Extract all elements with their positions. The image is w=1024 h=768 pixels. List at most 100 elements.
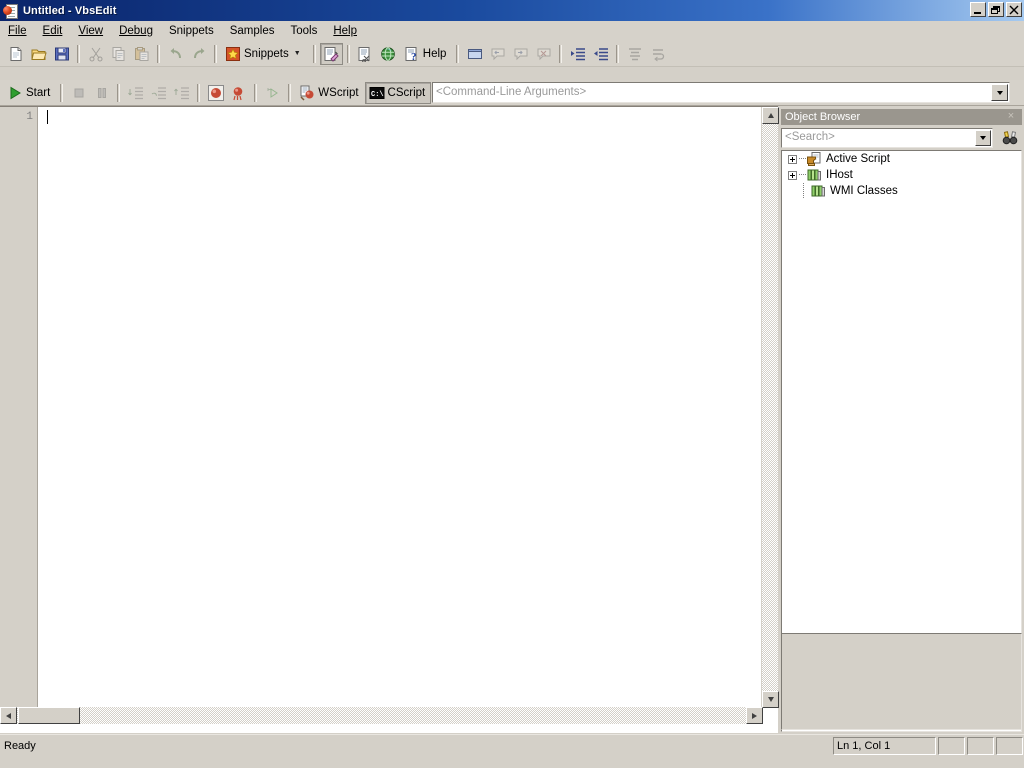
wscript-button[interactable]: WScript [295,82,364,104]
restore-button[interactable] [988,2,1004,17]
copy-button[interactable] [107,43,130,65]
cscript-icon: C:\ [369,85,385,101]
status-panel-3 [996,737,1023,755]
menubar: File Edit View Debug Snippets Samples To… [0,21,1024,42]
pause-button[interactable] [90,82,113,104]
search-placeholder: <Search> [785,131,835,143]
cscript-button[interactable]: C:\ CScript [364,81,432,104]
expand-plus-icon[interactable] [788,170,797,180]
object-browser-titlebar[interactable]: Object Browser × [781,109,1022,125]
new-file-button[interactable] [4,43,27,65]
chevron-down-icon[interactable] [975,130,991,146]
redo-button[interactable] [187,43,210,65]
pause-bars-icon [94,85,110,101]
step-over-icon [151,85,167,101]
tree-item-active-script[interactable]: Active Script [782,151,1021,167]
line-number: 1 [26,111,33,123]
snippets-dropdown-button[interactable]: Snippets ▼ [221,43,309,65]
new-document-icon [8,46,24,62]
menu-edit[interactable]: Edit [35,22,71,40]
window-controls [970,2,1022,17]
toolbar-separator [197,83,201,102]
toggle-panel-button[interactable] [463,43,486,65]
toolbar-separator [616,44,620,63]
toolbar-separator [157,44,160,63]
text-caret [47,110,48,124]
cut-button[interactable] [84,43,107,65]
minimize-button[interactable] [970,2,986,17]
close-button[interactable] [1006,2,1022,17]
help-button[interactable]: ? Help [400,43,453,65]
snippets-label: Snippets [244,47,289,60]
indent-icon [570,46,586,62]
indent-button[interactable] [566,43,589,65]
scroll-down-button[interactable] [762,691,779,708]
clear-breakpoints-button[interactable] [227,82,250,104]
run-to-cursor-button[interactable] [261,82,284,104]
horizontal-scroll-thumb[interactable] [18,707,80,724]
status-panel-2 [967,737,994,755]
toolbar-separator [456,44,460,63]
object-browser-find-button[interactable] [999,128,1021,148]
open-file-button[interactable] [27,43,50,65]
paste-button[interactable] [130,43,153,65]
toolbar-separator [117,83,121,102]
cscript-label: CScript [387,86,426,99]
command-line-arguments-field[interactable]: <Command-Line Arguments> [432,82,1010,103]
window-title: Untitled - VbsEdit [23,4,117,17]
scroll-right-button[interactable] [746,707,763,724]
stop-button[interactable] [67,82,90,104]
toolbar-separator [60,83,64,102]
status-message: Ready [4,740,36,752]
editor-vertical-scrollbar[interactable] [761,107,779,708]
close-icon[interactable]: × [1004,109,1018,125]
toolbar-separator [288,83,292,102]
paste-icon [134,46,150,62]
standard-toolbar: Snippets ▼ ? Help [0,41,1024,67]
window-titlebar[interactable]: Untitled - VbsEdit [0,0,1024,21]
object-browser-search-input[interactable]: <Search> [781,128,993,148]
undo-button[interactable] [164,43,187,65]
script-properties-button[interactable] [319,42,343,65]
wrap-button[interactable] [646,43,669,65]
remove-comment-button[interactable] [532,43,555,65]
menu-view[interactable]: View [70,22,111,40]
tree-item-label: WMI Classes [830,185,898,197]
menu-tools[interactable]: Tools [282,22,325,40]
scroll-up-button[interactable] [762,107,779,124]
tree-item-wmi-classes[interactable]: WMI Classes [782,183,1021,199]
step-into-button[interactable] [124,82,147,104]
toolbar-separator [312,44,316,63]
step-out-button[interactable] [170,82,193,104]
menu-samples[interactable]: Samples [222,22,283,40]
expand-plus-icon[interactable] [788,154,797,164]
outdent-button[interactable] [589,43,612,65]
chevron-down-icon[interactable]: ▼ [292,50,303,57]
align-button[interactable] [623,43,646,65]
star-icon [225,46,241,62]
word-wrap-icon [650,46,666,62]
chevron-down-icon [996,90,1003,95]
green-play-icon [7,85,23,101]
editor-horizontal-scrollbar[interactable] [0,707,763,724]
menu-debug[interactable]: Debug [111,22,161,40]
step-over-button[interactable] [147,82,170,104]
stop-square-icon [71,85,87,101]
comment-block-button[interactable] [486,43,509,65]
command-line-dropdown-button[interactable] [991,84,1008,101]
web-browser-button[interactable] [377,43,400,65]
script-encoder-button[interactable] [354,43,377,65]
start-button[interactable]: Start [3,82,56,104]
scroll-left-button[interactable] [0,707,17,724]
menu-help[interactable]: Help [325,22,365,40]
object-browser-panel: Object Browser × <Search> Active Script … [779,106,1024,733]
code-text-area[interactable] [39,107,758,708]
menu-file[interactable]: File [0,22,35,40]
tree-item-ihost[interactable]: IHost [782,167,1021,183]
breakpoint-icon [207,84,224,101]
menu-snippets[interactable]: Snippets [161,22,222,40]
uncomment-block-button[interactable] [509,43,532,65]
save-file-button[interactable] [50,43,73,65]
toggle-breakpoint-button[interactable] [204,82,227,104]
binoculars-icon [1002,130,1018,146]
